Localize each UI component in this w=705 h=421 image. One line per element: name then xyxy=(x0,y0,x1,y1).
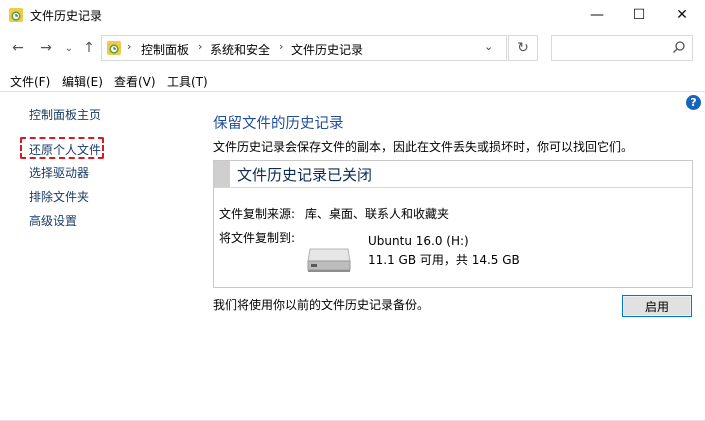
backup-note: 我们将使用你以前的文件历史记录备份。 xyxy=(213,298,430,312)
sidebar-item-select-drive[interactable]: 选择驱动器 xyxy=(29,164,89,181)
breadcrumb-file-history[interactable]: 文件历史记录 xyxy=(291,41,363,58)
breadcrumb-separator: › xyxy=(127,40,132,53)
sidebar-item-control-panel-home[interactable]: 控制面板主页 xyxy=(29,106,101,123)
search-icon[interactable] xyxy=(672,40,686,54)
breadcrumb-control-panel[interactable]: 控制面板 xyxy=(141,41,189,58)
divider xyxy=(214,187,692,188)
refresh-button[interactable]: ↻ xyxy=(508,35,538,61)
breadcrumb-system-security[interactable]: 系统和安全 xyxy=(210,41,270,58)
page-title: 保留文件的历史记录 xyxy=(213,116,344,132)
source-value: 库、桌面、联系人和收藏夹 xyxy=(305,207,450,221)
forward-button[interactable]: → xyxy=(36,38,56,58)
sidebar-item-restore-files[interactable]: 还原个人文件 xyxy=(29,141,101,158)
menu-view[interactable]: 查看(V) xyxy=(114,73,156,90)
drive-space: 11.1 GB 可用，共 14.5 GB xyxy=(368,253,520,267)
maximize-button[interactable]: ☐ xyxy=(616,0,662,30)
recent-locations-button[interactable]: ⌄ xyxy=(59,38,79,58)
up-button[interactable]: ↑ xyxy=(79,38,99,58)
sidebar-item-advanced-settings[interactable]: 高级设置 xyxy=(29,212,77,229)
menu-file[interactable]: 文件(F) xyxy=(10,73,50,90)
window-title: 文件历史记录 xyxy=(30,9,103,23)
drive-icon xyxy=(307,248,351,272)
drive-name: Ubuntu 16.0 (H:) xyxy=(368,234,469,248)
status-text: 文件历史记录已关闭 xyxy=(237,166,373,184)
menu-tools[interactable]: 工具(T) xyxy=(167,73,208,90)
target-label: 将文件复制到: xyxy=(219,231,296,245)
divider xyxy=(0,91,705,92)
page-description: 文件历史记录会保存文件的副本，因此在文件丢失或损坏时，你可以找回它们。 xyxy=(213,140,634,154)
address-dropdown-button[interactable]: ⌄ xyxy=(484,40,493,53)
minimize-button[interactable]: — xyxy=(574,0,620,30)
status-indicator xyxy=(214,161,230,187)
sidebar-item-exclude-folders[interactable]: 排除文件夹 xyxy=(29,188,89,205)
menu-edit[interactable]: 编辑(E) xyxy=(62,73,103,90)
help-icon[interactable]: ? xyxy=(686,95,701,110)
file-history-icon xyxy=(9,8,23,22)
breadcrumb-separator: › xyxy=(198,40,203,53)
source-label: 文件复制来源: xyxy=(219,207,296,221)
back-button[interactable]: ← xyxy=(8,38,28,58)
file-history-icon xyxy=(107,41,121,55)
close-button[interactable]: ✕ xyxy=(659,0,705,30)
enable-button[interactable]: 启用 xyxy=(622,295,692,317)
breadcrumb-separator: › xyxy=(279,40,284,53)
